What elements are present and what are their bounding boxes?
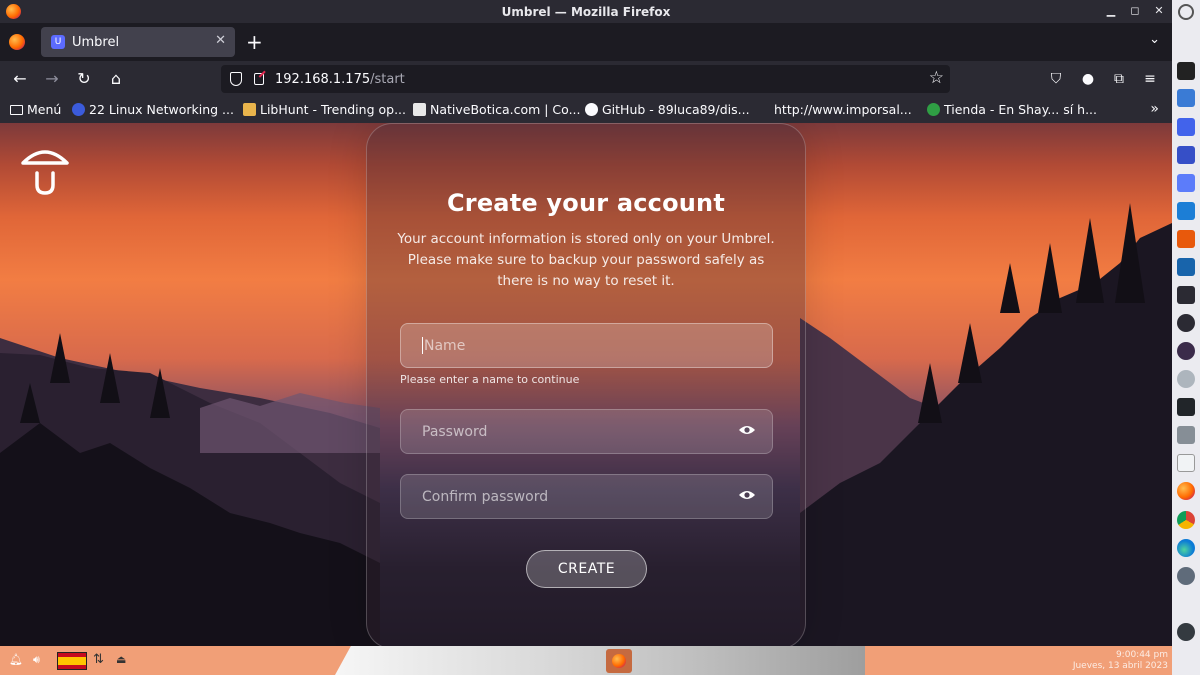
tab-close-icon[interactable]: ✕ — [215, 33, 226, 48]
text-caret — [422, 337, 423, 354]
navigation-toolbar: ← → ↻ ⌂ 192.168.1.175/start ☆ ⛉ ● ⧉ ≡ — [0, 61, 1172, 97]
window-titlebar: Umbrel — Mozilla Firefox ▁ ◻ ✕ — [0, 0, 1172, 23]
home-icon[interactable]: ⌂ — [106, 69, 126, 89]
network-transfer-icon[interactable]: ⇅ — [93, 652, 104, 667]
dock-app-icon[interactable] — [1177, 567, 1195, 585]
bookmarks-toolbar: Menú 22 Linux Networking ... LibHunt - T… — [0, 97, 1172, 123]
bookmark-item[interactable]: http://www.imporsal... — [774, 102, 912, 117]
bookmark-item[interactable]: Tienda - En Shay... sí h... — [927, 102, 1097, 117]
dock-app-icon[interactable] — [1177, 623, 1195, 641]
dock-app-icon[interactable] — [1177, 426, 1195, 444]
page-content: Create your account Your account informa… — [0, 123, 1172, 646]
dock-app-icon[interactable] — [1177, 89, 1195, 107]
umbrel-logo-icon — [21, 150, 69, 195]
bookmark-item[interactable]: LibHunt - Trending op... — [243, 102, 406, 117]
firefox-dock-icon[interactable] — [1177, 482, 1195, 500]
volume-icon[interactable]: 🔊︎ — [33, 653, 40, 667]
minimize-icon[interactable]: ▁ — [1104, 3, 1118, 19]
dock-app-icon[interactable] — [1177, 370, 1195, 388]
url-bar[interactable]: 192.168.1.175/start ☆ — [221, 65, 950, 93]
dock-app-icon[interactable] — [1177, 454, 1195, 472]
pocket-icon[interactable]: ⛉ — [1046, 69, 1066, 89]
window-controls: ▁ ◻ ✕ — [1104, 3, 1166, 19]
bookmark-menu[interactable]: Menú — [10, 102, 61, 117]
back-arrow-icon[interactable]: ← — [10, 69, 30, 89]
tab-umbrel[interactable]: U Umbrel ✕ — [41, 27, 235, 57]
name-placeholder: Name — [424, 337, 466, 354]
bookmark-item[interactable]: GitHub - 89luca89/dis... — [585, 102, 750, 117]
dock-app-icon[interactable] — [1177, 258, 1195, 276]
bookmark-favicon-icon — [413, 103, 426, 116]
bottom-taskbar: 🔔︎ 🔊︎ ⇅ ⏏ 9:00:44 pm Jueves, 13 abril 20… — [0, 646, 1172, 675]
power-icon[interactable] — [1178, 4, 1194, 20]
name-validation-hint: Please enter a name to continue — [400, 373, 580, 386]
bookmark-favicon-icon — [927, 103, 940, 116]
dock-app-icon[interactable] — [1177, 342, 1195, 360]
dock-app-icon[interactable] — [1177, 202, 1195, 220]
page-title: Create your account — [446, 189, 726, 217]
github-icon — [585, 103, 598, 116]
bookmarks-overflow-icon[interactable]: » — [1150, 101, 1159, 117]
dock-app-icon[interactable] — [1177, 230, 1195, 248]
clock-time: 9:00:44 pm — [1115, 650, 1168, 660]
umbrel-favicon-icon: U — [51, 35, 65, 49]
password-input[interactable]: Password — [400, 409, 773, 454]
chrome-dock-icon[interactable] — [1177, 511, 1195, 529]
show-password-eye-icon[interactable] — [738, 424, 756, 436]
dock-app-icon[interactable] — [1177, 314, 1195, 332]
menu-hamburger-icon[interactable]: ≡ — [1140, 69, 1160, 89]
taskbar-clock[interactable]: 9:00:44 pm Jueves, 13 abril 2023 — [1073, 650, 1168, 672]
list-all-tabs-icon[interactable]: ⌄ — [1149, 32, 1160, 47]
dock-app-icon[interactable] — [1177, 62, 1195, 80]
edge-dock-icon[interactable] — [1177, 539, 1195, 557]
dock-app-icon[interactable] — [1177, 118, 1195, 136]
dock-app-icon[interactable] — [1177, 146, 1195, 164]
eject-icon[interactable]: ⏏ — [116, 653, 126, 666]
tab-strip: U Umbrel ✕ + ⌄ — [0, 23, 1172, 61]
dock-app-icon[interactable] — [1177, 174, 1195, 192]
folder-icon — [10, 104, 23, 115]
url-path: /start — [370, 71, 405, 87]
confirm-password-placeholder: Confirm password — [422, 488, 549, 505]
maximize-icon[interactable]: ◻ — [1128, 3, 1142, 19]
right-dock — [1172, 0, 1200, 675]
password-placeholder: Password — [422, 423, 488, 440]
new-tab-icon[interactable]: + — [246, 30, 263, 54]
tracking-shield-icon[interactable] — [230, 72, 242, 86]
confirm-password-input[interactable]: Confirm password — [400, 474, 773, 519]
bookmark-item[interactable]: NativeBotica.com | Co... — [413, 102, 581, 117]
show-confirm-password-eye-icon[interactable] — [738, 489, 756, 501]
bookmark-favicon-icon — [72, 103, 85, 116]
extensions-icon[interactable]: ⧉ — [1109, 69, 1129, 89]
keyboard-layout-flag-icon[interactable] — [57, 652, 87, 670]
account-description: Your account information is stored only … — [397, 231, 775, 289]
taskbar-wallpaper-shape — [335, 646, 865, 675]
dock-app-icon[interactable] — [1177, 286, 1195, 304]
forward-arrow-icon[interactable]: → — [42, 69, 62, 89]
insecure-lock-icon[interactable] — [254, 73, 264, 85]
bookmark-item[interactable]: 22 Linux Networking ... — [72, 102, 234, 117]
account-icon[interactable]: ● — [1078, 69, 1098, 89]
reload-icon[interactable]: ↻ — [74, 69, 94, 89]
close-icon[interactable]: ✕ — [1152, 3, 1166, 19]
clock-date: Jueves, 13 abril 2023 — [1072, 661, 1168, 671]
url-host: 192.168.1.175 — [275, 71, 371, 87]
firefox-view-icon[interactable] — [9, 34, 25, 50]
bookmark-favicon-icon — [243, 103, 256, 116]
window-title: Umbrel — Mozilla Firefox — [501, 4, 671, 19]
terminal-icon[interactable] — [1177, 398, 1195, 416]
tab-title: Umbrel — [72, 34, 120, 50]
name-input[interactable]: Name — [400, 323, 773, 368]
create-account-card: Create your account Your account informa… — [366, 123, 806, 646]
firefox-icon — [6, 4, 21, 19]
bookmark-star-icon[interactable]: ☆ — [929, 68, 944, 88]
taskbar-firefox-icon[interactable] — [606, 649, 632, 673]
create-button[interactable]: CREATE — [526, 550, 647, 588]
notification-bell-icon[interactable]: 🔔︎ — [9, 653, 23, 666]
